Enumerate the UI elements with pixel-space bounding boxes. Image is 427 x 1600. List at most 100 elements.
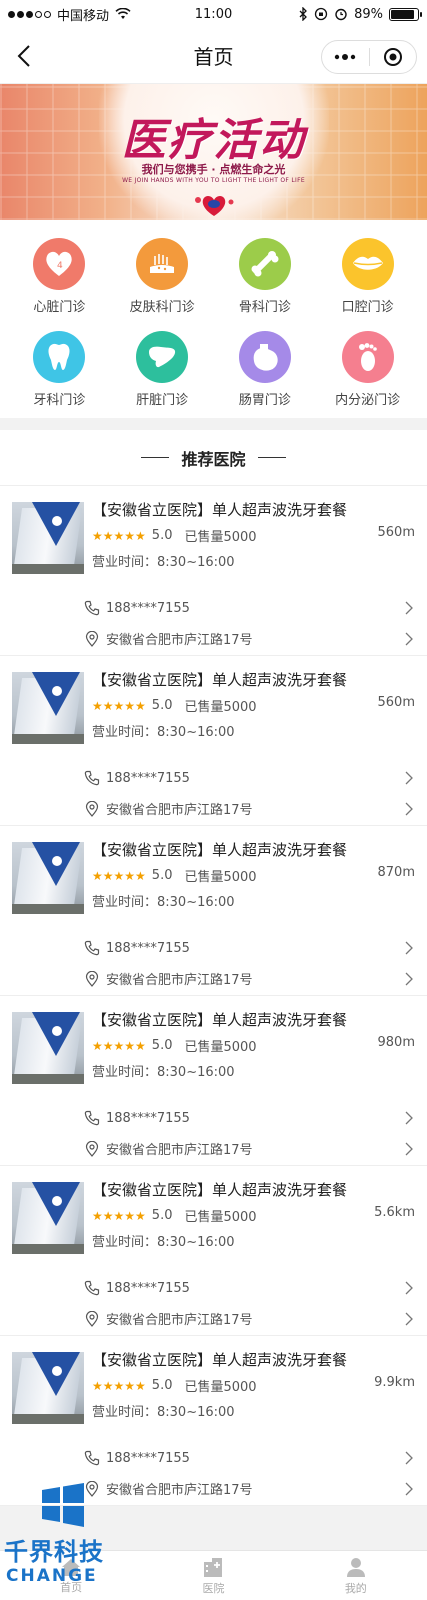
category-liver[interactable]: 肝脏门诊 <box>111 331 214 408</box>
user-icon <box>346 1557 365 1577</box>
category-label: 内分泌门诊 <box>335 393 401 408</box>
wifi-icon <box>115 8 131 19</box>
battery-percent: 89% <box>354 6 383 22</box>
address-text: 安徽省合肥市庐江路17号 <box>106 803 253 818</box>
rating-score: 5.0 <box>151 1038 173 1053</box>
category-label: 骨科门诊 <box>238 300 291 315</box>
tab-profile[interactable]: 我的 <box>285 1551 427 1600</box>
address-row[interactable]: 安徽省合肥市庐江路17号 <box>84 629 415 648</box>
phone-number: 188****7155 <box>106 770 190 786</box>
phone-number: 188****7155 <box>106 1110 190 1126</box>
watermark: 千界科技 CHANGE <box>0 1482 130 1600</box>
hospital-card[interactable]: 【安徽省立医院】单人超声波洗牙套餐 ★★★★★ 5.0 已售量5000 870m… <box>0 826 427 996</box>
category-heart[interactable]: 4 心脏门诊 <box>8 238 111 315</box>
phone-row[interactable]: 188****7155 <box>84 770 415 786</box>
address-row[interactable]: 安徽省合肥市庐江路17号 <box>84 969 415 988</box>
distance-label: 9.9km <box>374 1375 415 1390</box>
address-row[interactable]: 安徽省合肥市庐江路17号 <box>84 1309 415 1328</box>
business-hours: 营业时间：8:30~16:00 <box>92 895 235 910</box>
location-pin-icon <box>84 1140 100 1157</box>
rating-row: ★★★★★ 5.0 已售量5000 <box>92 866 415 885</box>
phone-row[interactable]: 188****7155 <box>84 600 415 616</box>
chevron-right-icon <box>403 802 415 816</box>
banner[interactable]: 医疗活动 我们与您携手 · 点燃生命之光 WE JOIN HANDS WITH … <box>0 84 427 220</box>
category-label: 口腔门诊 <box>341 300 394 315</box>
hospital-title: 【安徽省立医院】单人超声波洗牙套餐 <box>92 1351 348 1369</box>
phone-icon <box>84 770 100 786</box>
status-left: 中国移动 <box>8 5 131 24</box>
category-bone[interactable]: 骨科门诊 <box>214 238 317 315</box>
close-button[interactable] <box>370 41 417 73</box>
business-hours: 营业时间：8:30~16:00 <box>92 1235 235 1250</box>
rating-score: 5.0 <box>151 698 173 713</box>
chevron-right-icon <box>403 1451 415 1465</box>
phone-number: 188****7155 <box>106 1450 190 1466</box>
rating-row: ★★★★★ 5.0 已售量5000 <box>92 1206 415 1225</box>
hospital-thumbnail <box>12 1182 84 1254</box>
status-time: 11:00 <box>194 6 233 22</box>
phone-icon <box>84 1110 100 1126</box>
tab-label: 我的 <box>344 1581 367 1595</box>
category-label: 肝脏门诊 <box>136 393 189 408</box>
address-text: 安徽省合肥市庐江路17号 <box>106 1483 253 1498</box>
phone-row[interactable]: 188****7155 <box>84 1110 415 1126</box>
hearts-decoration-icon <box>194 196 233 216</box>
battery-icon <box>389 7 422 21</box>
banner-subtitle: 我们与您携手 · 点燃生命之光 <box>141 163 286 176</box>
more-button[interactable] <box>322 41 369 73</box>
chevron-right-icon <box>403 1312 415 1326</box>
stomach-icon <box>238 331 291 383</box>
phone-icon <box>84 1450 100 1466</box>
chevron-left-icon <box>17 45 30 67</box>
back-button[interactable] <box>10 42 38 70</box>
hospital-title: 【安徽省立医院】单人超声波洗牙套餐 <box>92 841 348 859</box>
phone-number: 188****7155 <box>106 940 190 956</box>
hospital-title: 【安徽省立医院】单人超声波洗牙套餐 <box>92 1011 348 1029</box>
liver-icon <box>136 331 189 383</box>
star-rating: ★★★★★ <box>92 698 146 713</box>
hospital-card[interactable]: 【安徽省立医院】单人超声波洗牙套餐 ★★★★★ 5.0 已售量5000 560m… <box>0 486 427 656</box>
sold-count: 已售量5000 <box>184 1210 257 1225</box>
chevron-right-icon <box>403 632 415 646</box>
chevron-right-icon <box>403 601 415 615</box>
address-row[interactable]: 安徽省合肥市庐江路17号 <box>84 1479 415 1498</box>
divider <box>257 457 286 458</box>
mini-program-capsule <box>321 40 417 74</box>
rating-row: ★★★★★ 5.0 已售量5000 <box>92 1376 415 1395</box>
watermark-text: 千界科技 <box>4 1538 104 1566</box>
section-gap <box>0 418 427 430</box>
hospital-card[interactable]: 【安徽省立医院】单人超声波洗牙套餐 ★★★★★ 5.0 已售量5000 980m… <box>0 996 427 1166</box>
section-title: 推荐医院 <box>181 449 246 469</box>
category-oral[interactable]: 口腔门诊 <box>316 238 419 315</box>
nav-bar: 首页 <box>0 28 427 84</box>
business-hours: 营业时间：8:30~16:00 <box>92 725 235 740</box>
hospital-card[interactable]: 【安徽省立医院】单人超声波洗牙套餐 ★★★★★ 5.0 已售量5000 9.9k… <box>0 1336 427 1506</box>
tab-hospital[interactable]: 医院 <box>142 1551 284 1600</box>
card-body: 【安徽省立医院】单人超声波洗牙套餐 ★★★★★ 5.0 已售量5000 560m… <box>84 501 415 655</box>
recommended-section: 推荐医院 【安徽省立医院】单人超声波洗牙套餐 ★★★★★ 5.0 已售量5000… <box>0 430 427 1506</box>
address-row[interactable]: 安徽省合肥市庐江路17号 <box>84 799 415 818</box>
star-rating: ★★★★★ <box>92 868 146 883</box>
category-endocrine[interactable]: 内分泌门诊 <box>316 331 419 408</box>
bone-icon <box>238 238 291 290</box>
skin-icon <box>136 238 189 290</box>
more-dots-icon <box>335 54 356 60</box>
orientation-lock-icon <box>314 7 328 21</box>
star-rating: ★★★★★ <box>92 1038 146 1053</box>
phone-row[interactable]: 188****7155 <box>84 1280 415 1296</box>
lips-icon <box>341 238 394 290</box>
address-text: 安徽省合肥市庐江路17号 <box>106 1313 253 1328</box>
category-dental[interactable]: 牙科门诊 <box>8 331 111 408</box>
chevron-right-icon <box>403 972 415 986</box>
phone-row[interactable]: 188****7155 <box>84 940 415 956</box>
business-hours: 营业时间：8:30~16:00 <box>92 555 235 570</box>
hospital-card[interactable]: 【安徽省立医院】单人超声波洗牙套餐 ★★★★★ 5.0 已售量5000 560m… <box>0 656 427 826</box>
recommended-header: 推荐医院 <box>0 430 427 486</box>
chevron-right-icon <box>403 941 415 955</box>
hospital-card[interactable]: 【安徽省立医院】单人超声波洗牙套餐 ★★★★★ 5.0 已售量5000 5.6k… <box>0 1166 427 1336</box>
phone-row[interactable]: 188****7155 <box>84 1450 415 1466</box>
category-gastro[interactable]: 肠胃门诊 <box>214 331 317 408</box>
location-pin-icon <box>84 630 100 647</box>
category-skin[interactable]: 皮肤科门诊 <box>111 238 214 315</box>
address-row[interactable]: 安徽省合肥市庐江路17号 <box>84 1139 415 1158</box>
